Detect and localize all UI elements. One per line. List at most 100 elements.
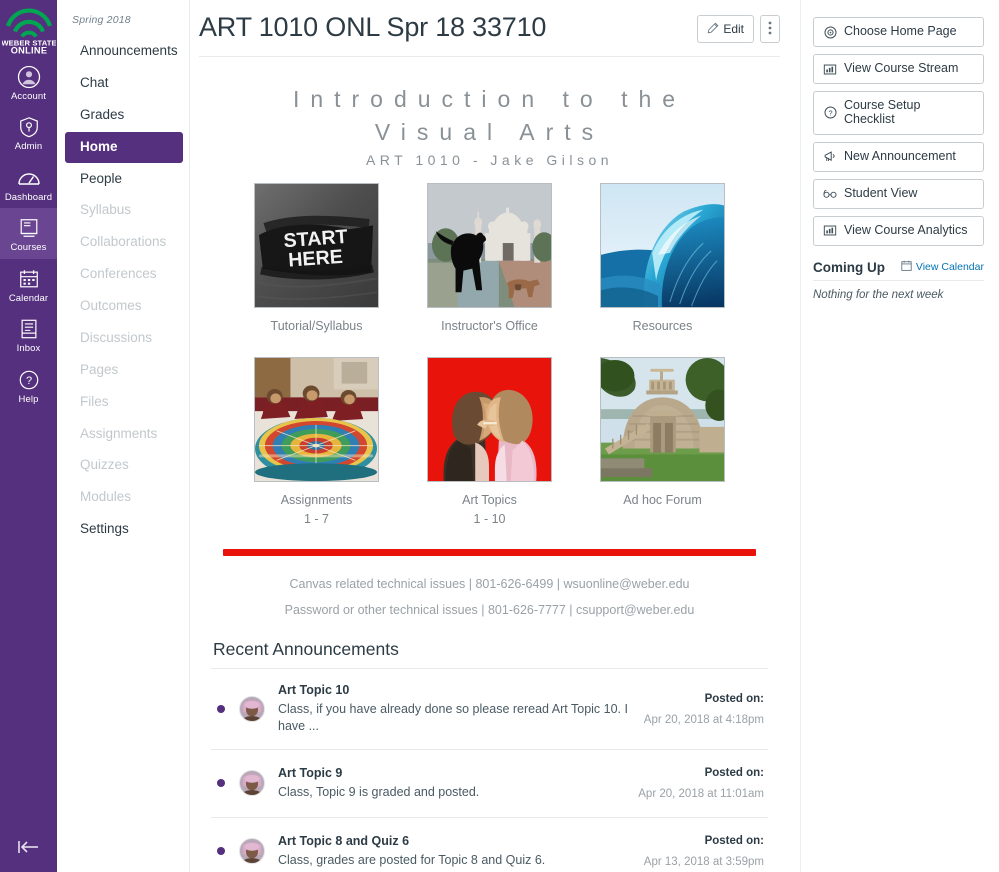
edit-button[interactable]: Edit xyxy=(697,15,754,43)
global-nav-item-help[interactable]: ? Help xyxy=(0,360,57,410)
course-nav-item-announcements[interactable]: Announcements xyxy=(65,36,183,67)
dashboard-icon xyxy=(16,165,42,191)
unread-dot-icon xyxy=(217,779,225,788)
announcement-preview: Class, if you have already done so pleas… xyxy=(278,702,628,734)
course-nav-item-home[interactable]: Home xyxy=(65,131,183,163)
button-label: Student View xyxy=(844,185,918,200)
contact-line-canvas: Canvas related technical issues | 801-62… xyxy=(289,576,690,591)
view-course-stream-button[interactable]: View Course Stream xyxy=(813,54,984,84)
tile-tutorial-syllabus[interactable]: START HERE Tutorial/Syllabus xyxy=(254,183,379,335)
announcement-title[interactable]: Art Topic 9 xyxy=(278,766,624,780)
announcement-meta: Posted on: Apr 20, 2018 at 4:18pm xyxy=(630,693,764,726)
tile-caption-main: Tutorial/Syllabus xyxy=(270,319,363,334)
more-options-button[interactable] xyxy=(760,15,780,43)
global-nav-item-account[interactable]: Account xyxy=(0,57,57,107)
edit-button-label: Edit xyxy=(723,22,744,36)
global-nav-item-courses[interactable]: Courses xyxy=(0,208,57,259)
announcement-row[interactable]: Art Topic 8 and Quiz 6 Class, grades are… xyxy=(211,818,768,872)
global-nav-item-inbox[interactable]: Inbox xyxy=(0,309,57,359)
help-icon: ? xyxy=(16,367,42,393)
page-title: ART 1010 ONL Spr 18 33710 xyxy=(199,12,547,42)
course-nav-item-files[interactable]: Files xyxy=(65,387,183,418)
tile-art-topics[interactable]: Art Topics 1 - 10 xyxy=(427,357,552,527)
announcement-body: Art Topic 8 and Quiz 6 Class, grades are… xyxy=(278,834,630,869)
course-nav-item-modules[interactable]: Modules xyxy=(65,482,183,513)
unread-dot-icon xyxy=(217,705,225,714)
svg-text:?: ? xyxy=(828,109,832,118)
course-nav-item-assignments[interactable]: Assignments xyxy=(65,419,183,450)
svg-text:?: ? xyxy=(25,375,31,387)
global-nav-label: Courses xyxy=(10,242,47,254)
button-label: Course Setup Checklist xyxy=(844,98,921,126)
course-nav-item-outcomes[interactable]: Outcomes xyxy=(65,291,183,322)
tile-caption: Art Topics 1 - 10 xyxy=(462,491,517,527)
tile-caption-sub: 1 - 7 xyxy=(303,511,329,526)
sanchi-stupa-image[interactable] xyxy=(600,357,725,483)
avatar xyxy=(239,770,265,797)
course-sidebar: Choose Home Page View Course Stream ? Co… xyxy=(800,0,999,872)
announcement-row[interactable]: Art Topic 9 Class, Topic 9 is graded and… xyxy=(211,750,768,818)
tile-caption: Resources xyxy=(633,317,693,335)
tile-row-2: Assignments 1 - 7 Art Topics 1 - 10 Ad h… xyxy=(211,357,768,527)
collapse-nav-button[interactable] xyxy=(0,837,57,862)
announcement-meta: Posted on: Apr 13, 2018 at 3:59pm xyxy=(630,835,764,868)
ocean-wave-image[interactable] xyxy=(600,183,725,309)
tile-caption: Assignments 1 - 7 xyxy=(281,491,353,527)
global-nav-item-dashboard[interactable]: Dashboard xyxy=(0,158,57,208)
tile-resources[interactable]: Resources xyxy=(600,183,725,335)
course-nav-item-chat[interactable]: Chat xyxy=(65,68,183,99)
global-nav-item-admin[interactable]: Admin xyxy=(0,107,57,157)
tile-ad-hoc-forum[interactable]: Ad hoc Forum xyxy=(600,357,725,527)
coming-up-empty-text: Nothing for the next week xyxy=(813,288,944,301)
sand-mandala-monks-image[interactable] xyxy=(254,357,379,483)
posted-on-label: Posted on: xyxy=(704,834,764,847)
tile-row-1: START HERE Tutorial/Syllabus Instructor'… xyxy=(211,183,768,335)
announcement-preview: Class, Topic 9 is graded and posted. xyxy=(278,785,480,800)
page-header: ART 1010 ONL Spr 18 33710 Edit xyxy=(199,12,780,58)
announcement-title[interactable]: Art Topic 8 and Quiz 6 xyxy=(278,834,630,848)
student-view-button[interactable]: Student View xyxy=(813,178,984,209)
button-label: View Course Analytics xyxy=(844,222,968,237)
weber-state-online-logo[interactable]: WEBER STATE ONLINE xyxy=(0,0,57,57)
course-term-label: Spring 2018 xyxy=(72,14,131,26)
courses-icon xyxy=(16,215,42,241)
svg-text:HERE: HERE xyxy=(288,246,344,272)
global-nav-label: Account xyxy=(10,91,47,102)
contact-info: Canvas related technical issues | 801-62… xyxy=(211,571,768,624)
global-nav-label: Dashboard xyxy=(4,191,53,203)
course-nav-item-grades[interactable]: Grades xyxy=(65,100,183,131)
global-nav-item-calendar[interactable]: Calendar xyxy=(0,259,57,309)
calendar-icon xyxy=(901,260,912,274)
tile-instructors-office[interactable]: Instructor's Office xyxy=(427,183,552,335)
canvas-course-home-page: WEBER STATE ONLINE Account Admin Dashboa… xyxy=(0,0,999,872)
taj-mahal-dog-silhouette-image[interactable] xyxy=(427,183,552,309)
main-content: ART 1010 ONL Spr 18 33710 Edit Introduct… xyxy=(190,0,800,872)
course-nav-item-pages[interactable]: Pages xyxy=(65,355,183,386)
course-nav-item-settings[interactable]: Settings xyxy=(65,514,183,545)
course-setup-checklist-button[interactable]: ? Course Setup Checklist xyxy=(813,91,984,135)
announcement-title[interactable]: Art Topic 10 xyxy=(278,683,630,697)
course-nav-item-syllabus[interactable]: Syllabus xyxy=(65,195,183,226)
course-nav-item-collaborations[interactable]: Collaborations xyxy=(65,227,183,258)
course-nav-item-discussions[interactable]: Discussions xyxy=(65,323,183,354)
tile-caption-main: Art Topics xyxy=(462,493,517,508)
course-nav-item-conferences[interactable]: Conferences xyxy=(65,259,183,290)
tile-assignments[interactable]: Assignments 1 - 7 xyxy=(254,357,379,527)
chart-image-icon xyxy=(823,224,837,238)
posted-on-label: Posted on: xyxy=(704,766,764,779)
new-announcement-button[interactable]: New Announcement xyxy=(813,141,984,172)
red-divider xyxy=(223,548,756,556)
two-women-red-background-image[interactable] xyxy=(427,357,552,483)
posted-on-label: Posted on: xyxy=(704,692,764,705)
course-nav-item-people[interactable]: People xyxy=(65,164,183,195)
global-nav-label: Help xyxy=(18,393,39,405)
announcement-preview: Class, grades are posted for Topic 8 and… xyxy=(278,853,546,868)
avatar xyxy=(239,696,265,723)
announcement-row[interactable]: Art Topic 10 Class, if you have already … xyxy=(211,669,768,750)
pencil-icon xyxy=(707,22,719,36)
view-calendar-link[interactable]: View Calendar xyxy=(901,260,984,274)
view-course-analytics-button[interactable]: View Course Analytics xyxy=(813,215,984,246)
choose-home-page-button[interactable]: Choose Home Page xyxy=(813,17,984,47)
start-here-chalkboard-image[interactable]: START HERE xyxy=(254,183,379,309)
course-nav-item-quizzes[interactable]: Quizzes xyxy=(65,450,183,481)
